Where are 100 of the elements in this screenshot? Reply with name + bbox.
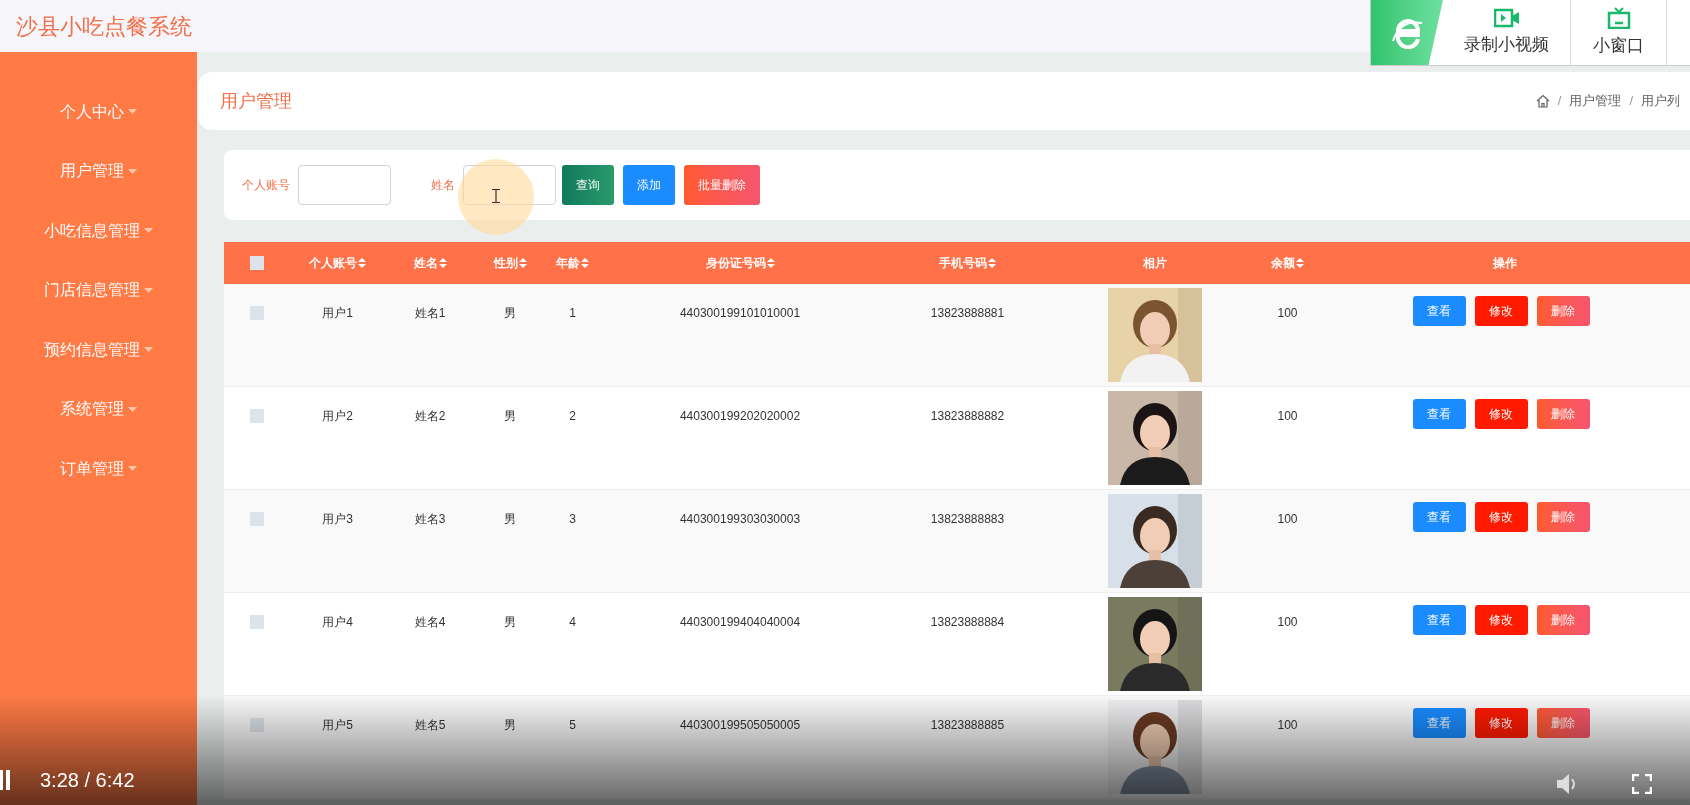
field-label: 姓名	[431, 177, 455, 194]
checkbox[interactable]	[250, 409, 264, 423]
sort-icon[interactable]	[766, 258, 775, 268]
tv-icon	[1606, 6, 1631, 29]
action-button[interactable]: 查询	[562, 165, 614, 205]
sidebar-item[interactable]: 用户管理	[0, 141, 197, 201]
sort-icon[interactable]	[518, 258, 527, 268]
text-cursor-icon	[492, 189, 500, 203]
sort-icon[interactable]	[358, 258, 366, 268]
table-cell-text: 100	[1277, 717, 1298, 734]
field-label: 个人账号	[242, 177, 290, 194]
table-cell-text: 440300199505050005	[679, 717, 801, 734]
column-header[interactable]: 手机号码	[939, 254, 996, 272]
row-action-button[interactable]: 修改	[1474, 399, 1528, 429]
sidebar-item[interactable]: 个人中心	[0, 82, 197, 142]
column-header[interactable]: 个人账号	[309, 254, 366, 272]
video-camera-icon	[1493, 7, 1520, 28]
page-title: 用户管理	[220, 89, 292, 113]
input-field[interactable]	[463, 165, 556, 205]
fullscreen-icon[interactable]	[1632, 774, 1652, 794]
table-cell-text: 男	[504, 305, 516, 322]
table-cell-text: 姓名1	[414, 305, 446, 322]
table-cell-text: 用户4	[322, 614, 353, 631]
home-icon[interactable]	[1535, 94, 1550, 108]
table-cell-text: 男	[504, 717, 516, 734]
table-cell-text: 用户1	[322, 305, 353, 322]
table-cell-text: 100	[1277, 614, 1298, 631]
row-action-button[interactable]: 查看	[1412, 502, 1466, 532]
caret-icon	[144, 347, 153, 353]
caret-icon	[128, 109, 137, 115]
table-cell-text: 100	[1277, 511, 1298, 528]
checkbox[interactable]	[250, 512, 264, 526]
table-cell-text: 姓名3	[414, 511, 446, 528]
row-action-button[interactable]: 查看	[1412, 399, 1466, 429]
row-action-button[interactable]: 删除	[1536, 502, 1590, 532]
sort-icon[interactable]	[581, 258, 589, 268]
row-action-button[interactable]: 查看	[1412, 605, 1466, 635]
toolbar-button[interactable]: 录制小视频	[1443, 0, 1571, 65]
breadcrumb-item[interactable]: 用户管理	[1569, 91, 1622, 111]
action-button[interactable]: 批量删除	[684, 165, 760, 205]
sort-icon[interactable]	[988, 258, 996, 268]
table-cell-text: 男	[504, 614, 516, 631]
sidebar-item[interactable]: 门店信息管理	[0, 260, 197, 320]
sort-icon[interactable]	[438, 258, 447, 268]
column-header[interactable]: 姓名	[413, 254, 447, 272]
table-cell-text: 440300199303030003	[679, 511, 801, 528]
row-action-button[interactable]: 查看	[1412, 296, 1466, 326]
column-header[interactable]: 身份证号码	[705, 254, 775, 272]
table-cell-text: 姓名4	[414, 614, 446, 631]
action-button[interactable]: 添加	[623, 165, 675, 205]
input-field[interactable]	[298, 165, 391, 205]
checkbox[interactable]	[250, 718, 264, 732]
table-cell-text: 13823888882	[930, 408, 1005, 425]
table-cell-text: 440300199404040004	[679, 614, 801, 631]
checkbox[interactable]	[250, 306, 264, 320]
breadcrumb-separator: /	[1629, 92, 1633, 111]
column-header: 相片	[1143, 255, 1167, 272]
table-cell-text: 用户3	[322, 511, 353, 528]
caret-icon	[128, 466, 137, 472]
sidebar-item[interactable]: 系统管理	[0, 379, 197, 439]
table-cell-text: 440300199101010001	[679, 305, 801, 322]
row-action-button[interactable]: 删除	[1536, 708, 1590, 738]
table-cell-text: 用户5	[322, 717, 353, 734]
table-cell-text: 13823888881	[930, 305, 1005, 322]
table-cell-text: 2	[569, 408, 576, 425]
column-header[interactable]: 余额	[1271, 254, 1304, 272]
caret-icon	[128, 168, 137, 174]
table-cell-text: 3	[569, 511, 576, 528]
table-cell-text: 1	[569, 305, 576, 322]
sidebar-item[interactable]: 预约信息管理	[0, 320, 197, 380]
breadcrumb-item[interactable]: 用户列	[1641, 91, 1680, 111]
caret-icon	[128, 406, 137, 412]
sidebar-item[interactable]: 订单管理	[0, 439, 197, 499]
table-cell-text: 用户2	[322, 408, 353, 425]
table-cell-text: 5	[569, 717, 576, 734]
caret-icon	[144, 228, 153, 234]
table-cell-text: 13823888884	[930, 614, 1005, 631]
table-cell-text: 姓名2	[414, 408, 446, 425]
table-cell-text: 13823888883	[930, 511, 1005, 528]
row-action-button[interactable]: 删除	[1536, 605, 1590, 635]
table-cell-text: 4	[569, 614, 576, 631]
caret-icon	[144, 287, 153, 293]
table-cell-text: 姓名5	[414, 717, 446, 734]
checkbox[interactable]	[250, 256, 264, 270]
toolbar-button[interactable]: 小窗口	[1571, 0, 1667, 65]
breadcrumb-separator: /	[1557, 92, 1562, 111]
column-header: 操作	[1493, 255, 1517, 272]
row-action-button[interactable]: 修改	[1474, 605, 1528, 635]
row-action-button[interactable]: 删除	[1536, 399, 1590, 429]
column-header[interactable]: 性别	[493, 254, 527, 272]
row-action-button[interactable]: 查看	[1412, 708, 1466, 738]
row-action-button[interactable]: 修改	[1474, 296, 1528, 326]
row-action-button[interactable]: 修改	[1474, 708, 1528, 738]
checkbox[interactable]	[250, 615, 264, 629]
sort-icon[interactable]	[1296, 258, 1304, 268]
row-action-button[interactable]: 删除	[1536, 296, 1590, 326]
pause-icon[interactable]	[0, 770, 10, 790]
sidebar-item[interactable]: 小吃信息管理	[0, 201, 197, 261]
row-action-button[interactable]: 修改	[1474, 502, 1528, 532]
column-header[interactable]: 年龄	[556, 254, 589, 272]
